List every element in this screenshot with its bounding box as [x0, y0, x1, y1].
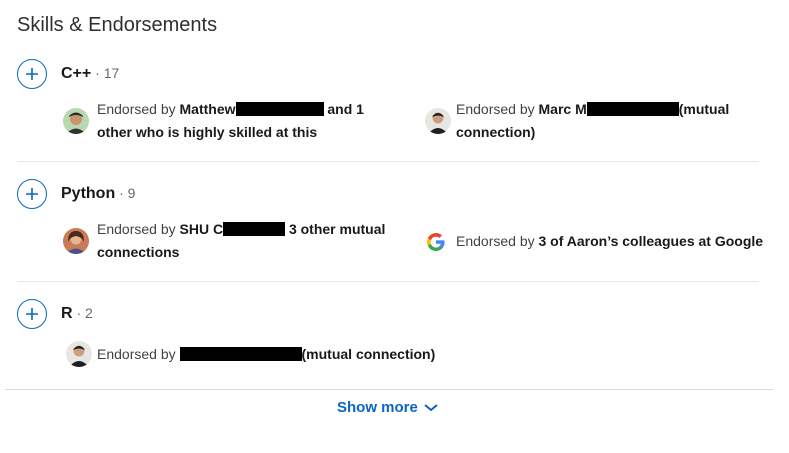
endorsement-text[interactable]: Endorsed by Matthew and 1 other who is h… [97, 98, 397, 144]
endorser-name: SHU C [179, 221, 224, 237]
redaction-bar [235, 102, 324, 116]
endorser-group: 3 of Aaron’s colleagues at Google [538, 233, 764, 249]
endorsement-text[interactable]: Endorsed by Marc M (mutual connection) [456, 98, 756, 144]
skill-name-link[interactable]: R · 2 [61, 305, 93, 323]
endorser-rest: and 1 [323, 101, 364, 117]
add-endorsement-button[interactable] [17, 59, 47, 89]
endorser-rest: (mutual connection) [301, 346, 436, 362]
divider [5, 389, 773, 390]
redaction-bar [223, 222, 286, 236]
endorser-line2: connection) [456, 124, 536, 140]
skill-item-python: Python · 9 Endorsed by SHU C 3 other mut… [17, 176, 763, 282]
skill-name-link[interactable]: C++ · 17 [61, 65, 119, 83]
endorsed-by-label: Endorsed by [456, 233, 539, 249]
avatar[interactable] [63, 108, 89, 134]
avatar[interactable] [425, 108, 451, 134]
add-endorsement-button[interactable] [17, 299, 47, 329]
endorsement-count: · 9 [115, 185, 136, 201]
skill-name: C++ [61, 65, 92, 82]
endorsed-by-label: Endorsed by [97, 221, 180, 237]
endorsed-by-label: Endorsed by [97, 346, 180, 362]
endorsed-by-label: Endorsed by [97, 101, 180, 117]
show-more-label: Show more [336, 399, 418, 416]
endorser-line2: other who is highly skilled at this [97, 124, 318, 140]
avatar[interactable] [63, 228, 89, 254]
plus-icon [26, 188, 38, 200]
plus-icon [26, 308, 38, 320]
redaction-bar [179, 347, 302, 361]
endorser-name: Marc M [538, 101, 587, 117]
skill-name-link[interactable]: Python · 9 [61, 185, 135, 203]
endorsement-count: · 2 [72, 305, 93, 321]
skill-name: Python [61, 185, 116, 202]
add-endorsement-button[interactable] [17, 179, 47, 209]
section-title: Skills & Endorsements [17, 14, 218, 36]
endorsement-text[interactable]: Endorsed by (mutual connection) [97, 343, 497, 366]
chevron-down-icon [424, 404, 438, 412]
endorsed-by-label: Endorsed by [456, 101, 539, 117]
endorser-rest: (mutual [678, 101, 730, 117]
show-more-button[interactable]: Show more [0, 399, 775, 416]
google-icon [427, 233, 445, 251]
skill-item-r: R · 2 Endorsed by (mutual connection) [17, 296, 759, 386]
endorser-rest: 3 other mutual [285, 221, 386, 237]
endorser-name: Matthew [179, 101, 236, 117]
skill-name: R [61, 305, 73, 322]
skill-item-cpp: C++ · 17 Endorsed by Matthew and 1 other… [17, 56, 759, 162]
redaction-bar [586, 102, 679, 116]
endorser-line2: connections [97, 244, 180, 260]
endorsement-count: · 17 [91, 65, 120, 81]
endorsement-text[interactable]: Endorsed by SHU C 3 other mutual connect… [97, 218, 397, 264]
avatar[interactable] [66, 341, 92, 367]
plus-icon [26, 68, 38, 80]
endorsement-text[interactable]: Endorsed by 3 of Aaron’s colleagues at G… [456, 230, 776, 253]
